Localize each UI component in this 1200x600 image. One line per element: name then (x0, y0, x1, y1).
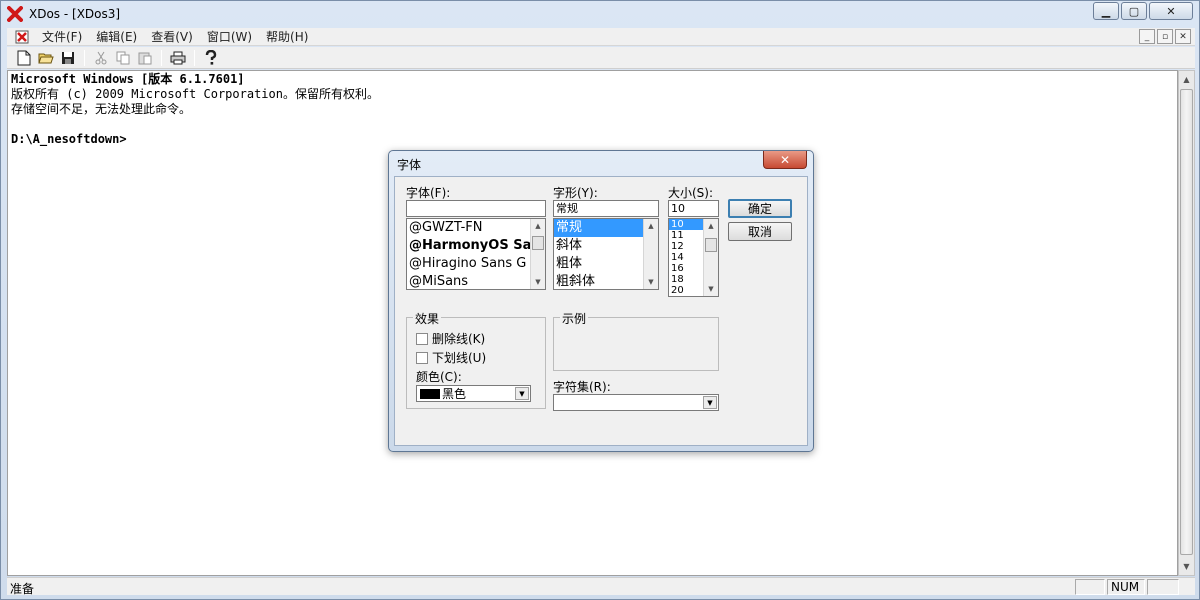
status-pane-scroll (1147, 579, 1179, 595)
size-list[interactable]: 10 11 12 14 16 18 20 ▲ ▼ (668, 218, 719, 297)
menu-edit[interactable]: 编辑(E) (89, 28, 144, 45)
style-list-scrollbar[interactable]: ▲ ▼ (643, 219, 658, 289)
strikeout-checkbox[interactable] (416, 332, 428, 345)
scroll-down-icon[interactable]: ▼ (704, 282, 718, 296)
menu-view[interactable]: 查看(V) (144, 28, 200, 45)
dialog-body: 字体(F): @GWZT-FN @HarmonyOS Sans @Hiragino … (394, 176, 808, 446)
font-list-item[interactable]: @GWZT-FN (407, 219, 545, 237)
style-label: 字形(Y): (553, 186, 598, 200)
menu-file[interactable]: 文件(F) (35, 28, 89, 45)
cut-icon[interactable] (90, 48, 112, 68)
font-name-input[interactable] (406, 200, 546, 217)
scroll-up-icon[interactable]: ▲ (704, 219, 718, 233)
ok-button[interactable]: 确定 (728, 199, 792, 218)
style-list[interactable]: 常规 斜体 粗体 粗斜体 ▲ ▼ (553, 218, 659, 290)
menu-bar: 文件(F) 编辑(E) 查看(V) 窗口(W) 帮助(H) _ ▫ ✕ (7, 28, 1195, 46)
toolbar-separator (194, 49, 195, 66)
status-pane-num: NUM (1107, 579, 1145, 595)
scroll-down-icon[interactable]: ▼ (531, 275, 545, 289)
save-icon[interactable] (57, 48, 79, 68)
minimize-button[interactable]: ▁ (1093, 2, 1119, 20)
size-input[interactable]: 10 (668, 200, 719, 217)
effects-group-title: 效果 (413, 310, 442, 327)
document-icon[interactable] (15, 30, 29, 44)
title-bar: XDos - [XDos3] ▁ ▢ ✕ (1, 1, 1199, 27)
charset-label: 字符集(R): (553, 380, 611, 394)
underline-option[interactable]: 下划线(U) (416, 349, 486, 366)
mdi-close-button[interactable]: ✕ (1175, 29, 1191, 44)
copy-icon[interactable] (112, 48, 134, 68)
console-line: 版权所有 (c) 2009 Microsoft Corporation。保留所有… (11, 87, 379, 101)
status-bar: 准备 NUM (7, 577, 1195, 596)
font-list-item[interactable]: @MiSans (407, 273, 545, 289)
print-icon[interactable] (167, 48, 189, 68)
maximize-button[interactable]: ▢ (1121, 2, 1147, 20)
close-button[interactable]: ✕ (1149, 2, 1193, 20)
color-value: 黑色 (442, 387, 467, 401)
scroll-thumb[interactable] (532, 236, 544, 250)
size-list-scrollbar[interactable]: ▲ ▼ (703, 219, 718, 296)
menu-help[interactable]: 帮助(H) (259, 28, 315, 45)
sample-group-title: 示例 (560, 310, 589, 327)
scroll-thumb[interactable] (705, 238, 717, 252)
console-line: Microsoft Windows [版本 6.1.7601] (11, 72, 245, 86)
toolbar-separator (161, 49, 162, 66)
effects-group: 效果 删除线(K) 下划线(U) 颜色(C): 黑色 ▼ (406, 310, 546, 409)
charset-select[interactable]: ▼ (553, 394, 719, 411)
cancel-button[interactable]: 取消 (728, 222, 792, 241)
color-swatch (420, 388, 440, 399)
strikeout-option[interactable]: 删除线(K) (416, 330, 485, 347)
size-label: 大小(S): (668, 186, 714, 200)
chevron-down-icon[interactable]: ▼ (703, 396, 717, 409)
status-pane-caps (1075, 579, 1105, 595)
font-list-item[interactable]: @Hiragino Sans G (407, 255, 545, 273)
style-input[interactable]: 常规 (553, 200, 659, 217)
color-label: 颜色(C): (416, 370, 462, 384)
scroll-down-icon[interactable]: ▼ (1179, 558, 1194, 575)
mdi-minimize-button[interactable]: _ (1139, 29, 1155, 44)
scroll-up-icon[interactable]: ▲ (531, 219, 545, 233)
app-window: XDos - [XDos3] ▁ ▢ ✕ 文件(F) 编辑(E) 查看(V) 窗… (0, 0, 1200, 600)
dialog-title: 字体 (397, 158, 422, 172)
font-dialog: 字体 ✕ 字体(F): @GWZT-FN @HarmonyOS Sans @Hira… (388, 150, 814, 452)
scroll-thumb[interactable] (1180, 89, 1193, 555)
status-text: 准备 (10, 582, 35, 596)
strikeout-label: 删除线(K) (432, 332, 486, 346)
sample-group: 示例 (553, 310, 719, 371)
menu-window[interactable]: 窗口(W) (200, 28, 259, 45)
console-line: 存储空间不足，无法处理此命令。 (11, 102, 192, 116)
font-label: 字体(F): (406, 186, 451, 200)
toolbar (7, 47, 1195, 69)
mdi-restore-button[interactable]: ▫ (1157, 29, 1173, 44)
window-title: XDos - [XDos3] (29, 7, 121, 21)
dialog-close-button[interactable]: ✕ (763, 151, 807, 169)
paste-icon[interactable] (134, 48, 156, 68)
font-list[interactable]: @GWZT-FN @HarmonyOS Sans @Hiragino Sans G @… (406, 218, 546, 290)
underline-checkbox[interactable] (416, 351, 428, 364)
console-scrollbar[interactable]: ▲ ▼ (1178, 70, 1195, 576)
open-folder-icon[interactable] (35, 48, 57, 68)
scroll-up-icon[interactable]: ▲ (1179, 71, 1194, 88)
scroll-down-icon[interactable]: ▼ (644, 275, 658, 289)
new-file-icon[interactable] (13, 48, 35, 68)
color-select[interactable]: 黑色 ▼ (416, 385, 531, 402)
underline-label: 下划线(U) (432, 351, 487, 365)
font-list-item[interactable]: @HarmonyOS Sans (407, 237, 545, 255)
help-icon[interactable] (200, 48, 222, 68)
font-list-scrollbar[interactable]: ▲ ▼ (530, 219, 545, 289)
xdos-logo-icon (7, 6, 23, 22)
console-prompt: D:\A_nesoftdown> (11, 132, 127, 146)
chevron-down-icon[interactable]: ▼ (515, 387, 529, 400)
toolbar-separator (84, 49, 85, 66)
scroll-up-icon[interactable]: ▲ (644, 219, 658, 233)
